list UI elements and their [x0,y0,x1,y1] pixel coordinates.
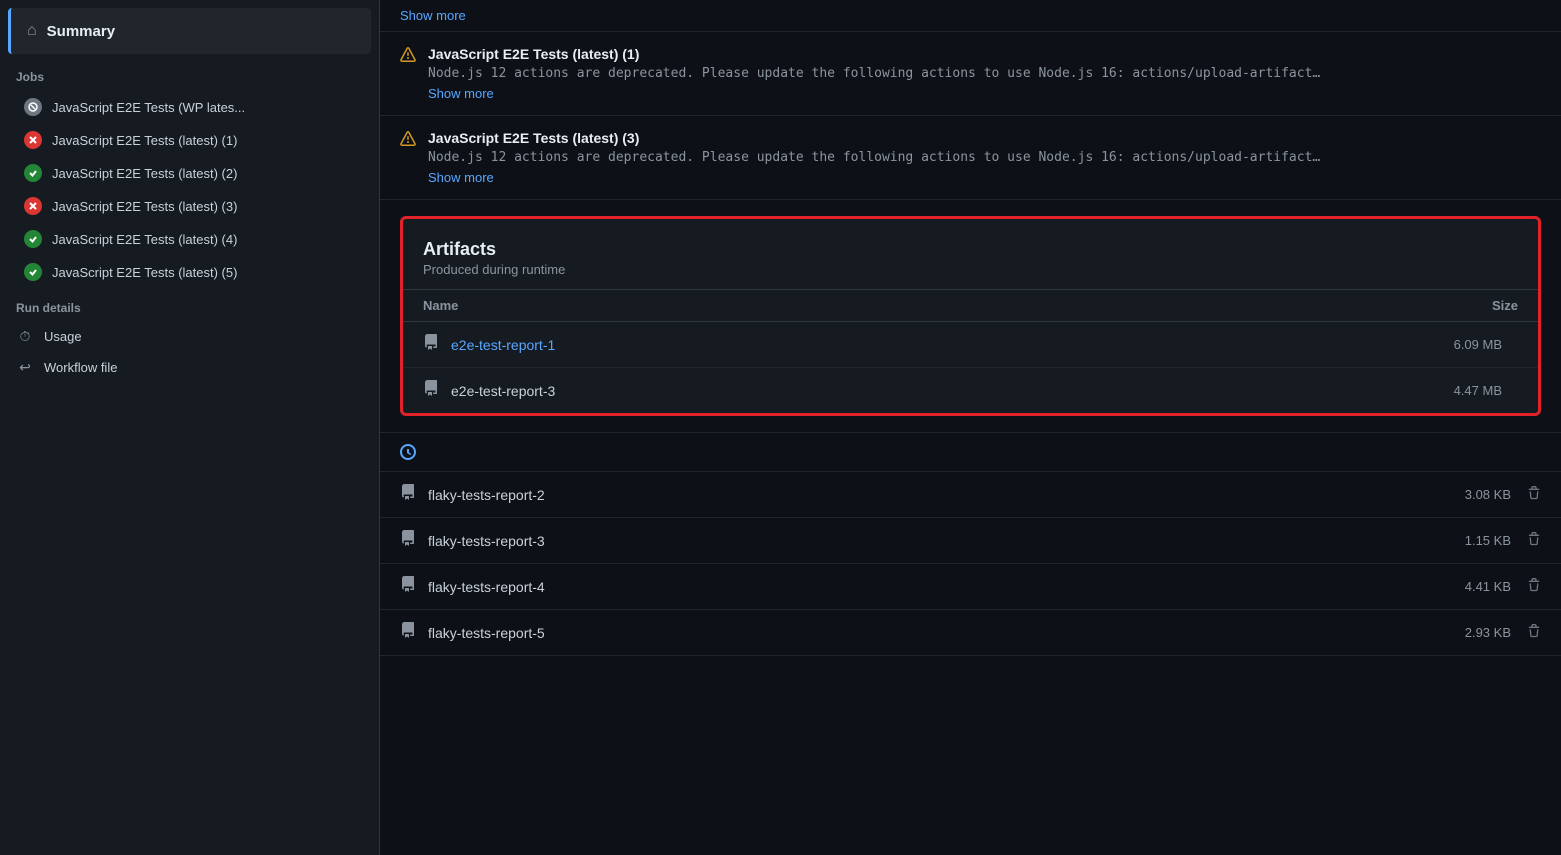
artifact-partial-icon [400,443,416,461]
artifact-row-e2e-report-3: e2e-test-report-34.47 MB [403,368,1538,413]
annotation-title-ann-3: JavaScript E2E Tests (latest) (3) [428,130,1541,146]
artifact-row-e2e-report-1: e2e-test-report-16.09 MB [403,322,1538,368]
run-details-item-workflow-file[interactable]: ↩ Workflow file [16,352,363,383]
job-status-icon-job-5 [24,263,42,281]
delete-artifact-flaky-4[interactable] [1527,578,1541,595]
annotations-list: JavaScript E2E Tests (latest) (1) Node.js… [380,32,1561,200]
delete-artifact-flaky-5[interactable] [1527,624,1541,641]
highlighted-artifacts-list: e2e-test-report-16.09 MBe2e-test-report-… [403,322,1538,413]
artifact-icon-flaky-5 [400,622,416,643]
top-show-more-row: Show more [380,0,1561,32]
job-status-icon-job-2 [24,164,42,182]
job-label-job-2: JavaScript E2E Tests (latest) (2) [52,166,237,181]
artifact-name-flaky-2: flaky-tests-report-2 [428,487,1441,503]
partial-artifact-row [380,432,1561,472]
artifact-size-flaky-3: 1.15 KB [1441,533,1511,548]
artifacts-title: Artifacts [423,239,1518,260]
jobs-list: JavaScript E2E Tests (WP lates... JavaScr… [0,90,379,289]
job-label-job-4: JavaScript E2E Tests (latest) (4) [52,232,237,247]
artifact-row-flaky-5: flaky-tests-report-52.93 KB [380,610,1561,656]
sidebar-job-job-3[interactable]: JavaScript E2E Tests (latest) (3) [8,190,371,222]
job-status-icon-job-1 [24,131,42,149]
job-label-job-3: JavaScript E2E Tests (latest) (3) [52,199,237,214]
main-content: Show more JavaScript E2E Tests (latest) … [380,0,1561,855]
run-details-section: Run details ⏱ Usage ↩ Workflow file [0,289,379,389]
artifacts-subtitle: Produced during runtime [423,262,1518,277]
artifact-name-e2e-report-3: e2e-test-report-3 [451,383,1432,399]
run-details-text-workflow-file: Workflow file [44,360,117,375]
job-label-job-5: JavaScript E2E Tests (latest) (5) [52,265,237,280]
delete-artifact-flaky-2[interactable] [1527,486,1541,503]
artifact-name-flaky-5: flaky-tests-report-5 [428,625,1441,641]
job-status-icon-job-wp [24,98,42,116]
job-status-icon-job-4 [24,230,42,248]
sidebar: ⌂ Summary Jobs JavaScript E2E Tests (WP … [0,0,380,855]
annotation-ann-1: JavaScript E2E Tests (latest) (1) Node.js… [380,32,1561,116]
sidebar-job-job-1[interactable]: JavaScript E2E Tests (latest) (1) [8,124,371,156]
annotation-ann-3: JavaScript E2E Tests (latest) (3) Node.js… [380,116,1561,200]
show-more-ann-1[interactable]: Show more [428,86,494,101]
delete-artifact-flaky-3[interactable] [1527,532,1541,549]
artifact-icon-e2e-report-1 [423,334,439,355]
run-details-icon-workflow-file: ↩ [16,359,34,376]
annotation-content-ann-3: JavaScript E2E Tests (latest) (3) Node.js… [428,130,1541,185]
run-details-icon-usage: ⏱ [16,328,34,345]
artifacts-header: Artifacts Produced during runtime [403,219,1538,289]
annotation-body-ann-3: Node.js 12 actions are deprecated. Pleas… [428,150,1328,165]
sidebar-job-job-wp[interactable]: JavaScript E2E Tests (WP lates... [8,91,371,123]
artifact-icon-flaky-4 [400,576,416,597]
run-details-item-usage[interactable]: ⏱ Usage [16,321,363,352]
job-status-icon-job-3 [24,197,42,215]
artifact-name-flaky-3: flaky-tests-report-3 [428,533,1441,549]
artifact-size-flaky-4: 4.41 KB [1441,579,1511,594]
artifact-name-e2e-report-1[interactable]: e2e-test-report-1 [451,337,1432,353]
artifacts-highlighted-box: Artifacts Produced during runtime Name S… [400,216,1541,416]
sidebar-summary[interactable]: ⌂ Summary [8,8,371,54]
other-artifacts-list: flaky-tests-report-23.08 KBflaky-tests-r… [380,472,1561,656]
warning-icon-ann-1 [400,47,416,68]
run-details-list: ⏱ Usage ↩ Workflow file [16,321,363,383]
run-details-label: Run details [16,301,363,315]
artifact-name-flaky-4: flaky-tests-report-4 [428,579,1441,595]
artifact-icon-e2e-report-3 [423,380,439,401]
top-show-more-link[interactable]: Show more [400,8,466,23]
sidebar-job-job-4[interactable]: JavaScript E2E Tests (latest) (4) [8,223,371,255]
artifact-icon-flaky-2 [400,484,416,505]
sidebar-summary-label: Summary [47,23,115,40]
job-label-job-1: JavaScript E2E Tests (latest) (1) [52,133,237,148]
show-more-ann-3[interactable]: Show more [428,170,494,185]
artifact-row-flaky-3: flaky-tests-report-31.15 KB [380,518,1561,564]
artifact-row-flaky-4: flaky-tests-report-44.41 KB [380,564,1561,610]
artifacts-table-header: Name Size [403,289,1538,322]
home-icon: ⌂ [27,22,37,40]
run-details-text-usage: Usage [44,329,82,344]
sidebar-job-job-2[interactable]: JavaScript E2E Tests (latest) (2) [8,157,371,189]
artifact-size-e2e-report-1: 6.09 MB [1432,337,1502,352]
annotation-content-ann-1: JavaScript E2E Tests (latest) (1) Node.js… [428,46,1541,101]
jobs-section-label: Jobs [0,58,379,90]
sidebar-job-job-5[interactable]: JavaScript E2E Tests (latest) (5) [8,256,371,288]
col-size: Size [1492,298,1518,313]
artifact-icon-flaky-3 [400,530,416,551]
artifact-size-flaky-5: 2.93 KB [1441,625,1511,640]
artifact-size-flaky-2: 3.08 KB [1441,487,1511,502]
artifact-row-flaky-2: flaky-tests-report-23.08 KB [380,472,1561,518]
annotation-body-ann-1: Node.js 12 actions are deprecated. Pleas… [428,66,1328,81]
col-name: Name [423,298,458,313]
warning-icon-ann-3 [400,131,416,152]
job-label-job-wp: JavaScript E2E Tests (WP lates... [52,100,245,115]
annotation-title-ann-1: JavaScript E2E Tests (latest) (1) [428,46,1541,62]
artifact-size-e2e-report-3: 4.47 MB [1432,383,1502,398]
